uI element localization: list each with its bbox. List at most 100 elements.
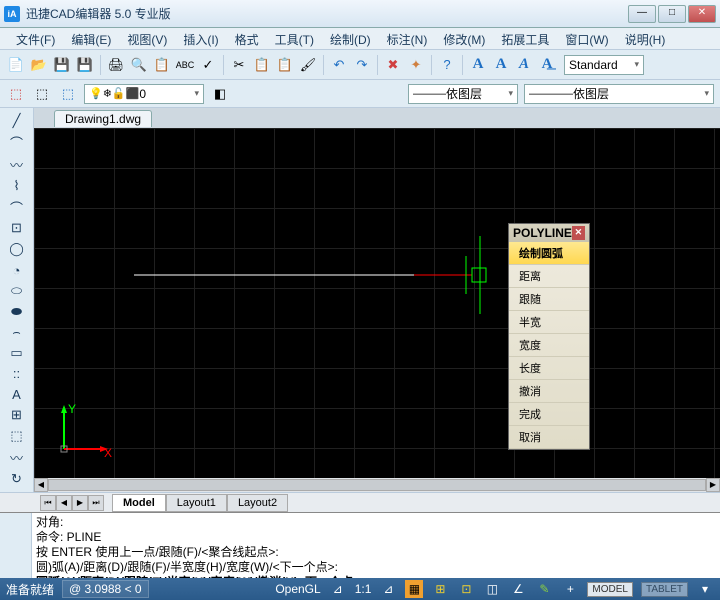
close-button[interactable]: ✕	[688, 5, 716, 23]
text-a3-icon[interactable]: A	[514, 55, 534, 75]
tab-layout2[interactable]: Layout2	[227, 494, 288, 512]
snap2-icon[interactable]: ⊿	[379, 580, 397, 598]
draw-tool-8[interactable]: ⬭	[6, 282, 28, 300]
grid-icon[interactable]: ▦	[405, 580, 423, 598]
help-icon[interactable]: ?	[437, 55, 457, 75]
redo-icon[interactable]: ↷	[352, 55, 372, 75]
layer-freeze-icon[interactable]: ⬚	[58, 84, 78, 104]
maximize-button[interactable]: □	[658, 5, 686, 23]
tab-prev-icon[interactable]: ◀	[56, 495, 72, 511]
popup-item-3[interactable]: 半宽	[509, 311, 589, 334]
draw-tool-3[interactable]: ⌇	[6, 177, 28, 195]
otrack-icon[interactable]: ∠	[509, 580, 527, 598]
plot-icon[interactable]: 📋	[152, 55, 172, 75]
draw-tool-15[interactable]: ⬚	[6, 427, 28, 445]
draw-tool-12[interactable]: ::	[6, 365, 28, 383]
status-model[interactable]: MODEL	[587, 582, 633, 597]
menu-tools[interactable]: 工具(T)	[267, 28, 322, 49]
spell-icon[interactable]: ABC	[175, 55, 195, 75]
lineweight-dropdown[interactable]: ———— 依图层	[524, 84, 714, 104]
popup-item-5[interactable]: 长度	[509, 357, 589, 380]
menu-modify[interactable]: 修改(M)	[435, 28, 493, 49]
draw-tool-14[interactable]: ⊞	[6, 407, 28, 425]
minimize-button[interactable]: —	[628, 5, 656, 23]
color-icon[interactable]: ◧	[210, 84, 230, 104]
polar-icon[interactable]: ⊡	[457, 580, 475, 598]
draw-tool-17[interactable]: ↻	[6, 470, 28, 488]
popup-item-6[interactable]: 撤消	[509, 380, 589, 403]
menu-window[interactable]: 窗口(W)	[557, 28, 616, 49]
scroll-right-icon[interactable]: ▶	[706, 478, 720, 492]
document-tab[interactable]: Drawing1.dwg	[54, 110, 152, 127]
text-a4-icon[interactable]: A͟	[537, 55, 557, 75]
popup-close-icon[interactable]: ✕	[572, 226, 585, 240]
draw-tool-5[interactable]: ⊡	[6, 220, 28, 238]
brush-icon[interactable]: 🖌	[298, 55, 318, 75]
menu-help[interactable]: 说明(H)	[617, 28, 674, 49]
command-prompt[interactable]: 圆弧(A)/距离(D)/跟随(F)/半宽(H)/宽度(W)/撤消(U)<下一个点…	[36, 575, 716, 578]
status-extra-icon[interactable]: ▾	[696, 580, 714, 598]
save-icon[interactable]: 💾	[52, 55, 72, 75]
text-a1-icon[interactable]: A	[468, 55, 488, 75]
draw-tool-0[interactable]: ╱	[6, 112, 28, 130]
h-scrollbar[interactable]: ◀ ▶	[34, 478, 720, 492]
menu-draw[interactable]: 绘制(D)	[322, 28, 379, 49]
draw-tool-7[interactable]: ◔	[6, 261, 28, 279]
layer-dropdown[interactable]: 💡❄🔓⬛ 0	[84, 84, 204, 104]
tab-model[interactable]: Model	[112, 494, 166, 512]
snap-icon[interactable]: ⊿	[329, 580, 347, 598]
menu-format[interactable]: 格式	[227, 28, 267, 49]
draw-tool-11[interactable]: ▭	[6, 344, 28, 362]
tool-icon[interactable]: ✓	[198, 55, 218, 75]
status-scale[interactable]: 1:1	[355, 582, 372, 596]
lwt-icon[interactable]: ✎	[535, 580, 553, 598]
menu-dimension[interactable]: 标注(N)	[379, 28, 436, 49]
tab-last-icon[interactable]: ⏭	[88, 495, 104, 511]
tab-layout1[interactable]: Layout1	[166, 494, 227, 512]
draw-tool-4[interactable]: ⌒	[6, 198, 28, 217]
text-a2-icon[interactable]: A	[491, 55, 511, 75]
textstyle-dropdown[interactable]: Standard	[564, 55, 644, 75]
status-tablet[interactable]: TABLET	[641, 582, 688, 597]
ortho-icon[interactable]: ⊞	[431, 580, 449, 598]
popup-item-1[interactable]: 距离	[509, 265, 589, 288]
new-icon[interactable]: 📄	[6, 55, 26, 75]
cut-icon[interactable]: ✂	[229, 55, 249, 75]
explode-icon[interactable]: ✦	[406, 55, 426, 75]
layer-mgr-icon[interactable]: ⬚	[6, 84, 26, 104]
menu-extend[interactable]: 拓展工具	[493, 28, 557, 49]
scroll-left-icon[interactable]: ◀	[34, 478, 48, 492]
dyn-icon[interactable]: +	[561, 580, 579, 598]
saveas-icon[interactable]: 💾	[75, 55, 95, 75]
popup-item-8[interactable]: 取消	[509, 426, 589, 449]
menu-view[interactable]: 视图(V)	[119, 28, 175, 49]
tab-next-icon[interactable]: ▶	[72, 495, 88, 511]
command-log[interactable]: 对角: 命令: PLINE 按 ENTER 使用上一点/跟随(F)/<聚合线起点…	[32, 513, 720, 578]
tab-first-icon[interactable]: ⏮	[40, 495, 56, 511]
draw-tool-6[interactable]: ◯	[6, 240, 28, 258]
popup-item-0[interactable]: 绘制圆弧	[509, 242, 589, 265]
draw-tool-2[interactable]: 〰	[6, 155, 28, 174]
popup-item-7[interactable]: 完成	[509, 403, 589, 426]
print-icon[interactable]: 🖨	[106, 55, 126, 75]
layer-state-icon[interactable]: ⬚	[32, 84, 52, 104]
osnap-icon[interactable]: ◫	[483, 580, 501, 598]
draw-tool-9[interactable]: ⬬	[6, 303, 28, 321]
draw-tool-13[interactable]: A	[6, 386, 28, 404]
menu-file[interactable]: 文件(F)	[8, 28, 63, 49]
delete-icon[interactable]: ✖	[383, 55, 403, 75]
undo-icon[interactable]: ↶	[329, 55, 349, 75]
copy-icon[interactable]: 📋	[252, 55, 272, 75]
draw-tool-10[interactable]: ⌢	[6, 323, 28, 341]
drawing-canvas[interactable]: POLYLINE✕ 绘制圆弧距离跟随半宽宽度长度撤消完成取消 YX ◀ ▶	[34, 128, 720, 492]
popup-item-2[interactable]: 跟随	[509, 288, 589, 311]
menu-edit[interactable]: 编辑(E)	[63, 28, 119, 49]
menu-insert[interactable]: 插入(I)	[175, 28, 226, 49]
linetype-dropdown[interactable]: ——— 依图层	[408, 84, 518, 104]
preview-icon[interactable]: 🔍	[129, 55, 149, 75]
popup-item-4[interactable]: 宽度	[509, 334, 589, 357]
draw-tool-16[interactable]: 〰	[6, 448, 28, 467]
draw-tool-1[interactable]: ⌒	[6, 133, 28, 152]
open-icon[interactable]: 📂	[29, 55, 49, 75]
paste-icon[interactable]: 📋	[275, 55, 295, 75]
